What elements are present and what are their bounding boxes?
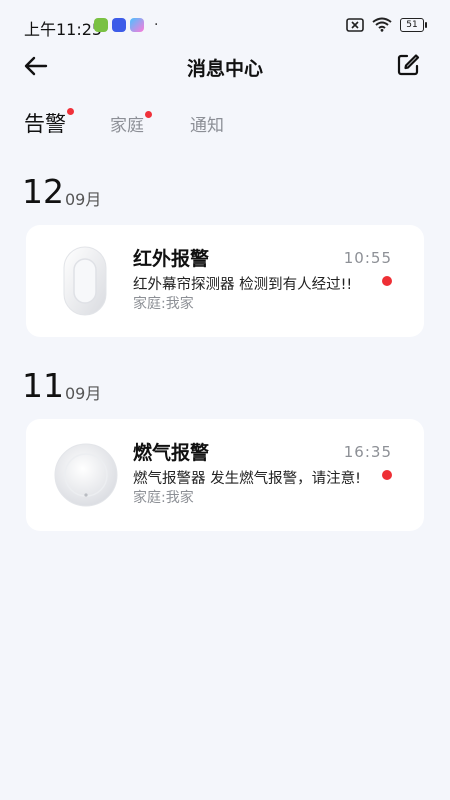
date-day: 11 — [22, 366, 64, 405]
date-group: 12 09月 红外报警 10:55 红外幕帘探测器 检测到有人经过!! 家庭:我… — [0, 172, 450, 337]
battery-indicator: 51 — [400, 17, 427, 32]
message-time: 16:35 — [343, 443, 392, 461]
date-header: 11 09月 — [0, 366, 450, 406]
tab-label: 家庭 — [110, 116, 144, 136]
page-title: 消息中心 — [186, 58, 263, 80]
tab-alarms[interactable]: 告警 — [24, 108, 74, 138]
date-month: 09月 — [65, 384, 102, 403]
tab-family[interactable]: 家庭 — [110, 111, 152, 136]
status-time: 上午11:25 — [24, 20, 103, 39]
wifi-icon — [372, 17, 392, 32]
date-group: 11 09月 燃气报警 16:35 燃气报警器 发生燃气报警，请注意! 家庭:我… — [0, 366, 450, 531]
tab-badge-dot — [145, 111, 152, 118]
message-text: 红外幕帘探测器 检测到有人经过!! — [133, 277, 353, 293]
tab-badge-dot — [67, 108, 74, 115]
sim-off-icon — [346, 17, 364, 32]
mall-app-icon — [112, 18, 126, 32]
message-card[interactable]: 红外报警 10:55 红外幕帘探测器 检测到有人经过!! 家庭:我家 — [26, 225, 424, 337]
message-home: 家庭:我家 — [133, 490, 194, 506]
tab-label: 通知 — [190, 116, 224, 136]
status-app-icons: · — [94, 18, 158, 32]
unread-dot — [382, 470, 392, 480]
tab-label: 告警 — [24, 112, 66, 136]
download-app-icon — [94, 18, 108, 32]
tab-notifications[interactable]: 通知 — [190, 111, 224, 136]
message-home: 家庭:我家 — [133, 296, 194, 312]
message-text: 燃气报警器 发生燃气报警，请注意! — [133, 471, 361, 487]
status-right-icons: 51 — [346, 17, 427, 32]
date-header: 12 09月 — [0, 172, 450, 212]
tab-bar: 告警 家庭 通知 — [24, 108, 270, 142]
header: 消息中心 — [0, 44, 450, 88]
date-month: 09月 — [65, 190, 102, 209]
date-day: 12 — [22, 172, 64, 211]
message-card[interactable]: 燃气报警 16:35 燃气报警器 发生燃气报警，请注意! 家庭:我家 — [26, 419, 424, 531]
infrared-curtain-detector-icon — [63, 246, 107, 316]
edit-icon[interactable] — [396, 53, 420, 77]
more-notifications-dot: · — [154, 17, 159, 33]
unread-dot — [382, 276, 392, 286]
gallery-app-icon — [130, 18, 144, 32]
message-title: 红外报警 — [133, 248, 210, 270]
gas-detector-icon — [54, 443, 118, 507]
message-time: 10:55 — [343, 249, 392, 267]
message-title: 燃气报警 — [133, 442, 210, 464]
